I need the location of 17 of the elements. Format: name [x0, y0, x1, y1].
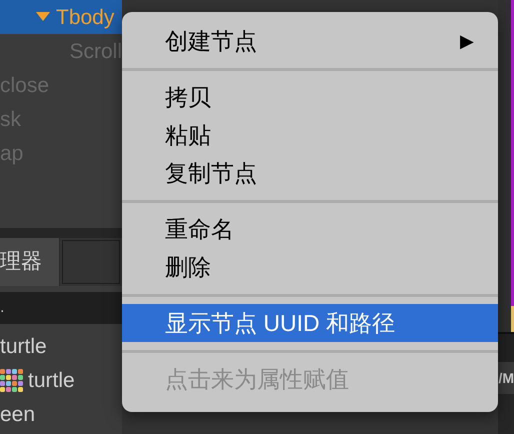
- panel-label: /M: [498, 362, 514, 394]
- submenu-arrow: ▶: [460, 30, 474, 52]
- asset-label[interactable]: een: [0, 399, 36, 431]
- menu-item[interactable]: 删除: [122, 248, 498, 286]
- search-field[interactable]: .: [0, 292, 122, 324]
- asset-label[interactable]: turtle: [0, 331, 47, 363]
- panel-tab[interactable]: 理器: [0, 238, 60, 286]
- menu-item[interactable]: 粘贴: [122, 116, 498, 154]
- caret-icon[interactable]: [36, 12, 50, 22]
- menu-item[interactable]: 创建节点 ▶: [122, 22, 498, 60]
- menu-item[interactable]: 拷贝: [122, 78, 498, 116]
- marker-bar: [511, 306, 514, 332]
- menu-item[interactable]: 显示节点 UUID 和路径: [122, 304, 498, 342]
- asset-label[interactable]: turtle: [28, 365, 75, 397]
- menu-item[interactable]: 复制节点: [122, 154, 498, 192]
- menu-item[interactable]: 重命名: [122, 210, 498, 248]
- turtle-sprite-icon: [0, 369, 24, 393]
